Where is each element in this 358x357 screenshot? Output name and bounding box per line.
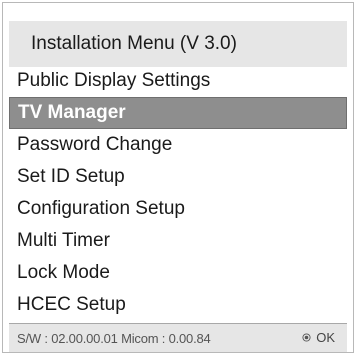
menu-item-hcec-setup[interactable]: HCEC Setup [9, 289, 347, 321]
ok-label: OK [316, 330, 335, 345]
menu-item-tv-manager[interactable]: TV Manager [9, 97, 347, 129]
status-footer: S/W : 02.00.00.01 Micom : 0.00.84 OK [9, 324, 347, 352]
menu-item-password-change[interactable]: Password Change [9, 129, 347, 161]
menu-title: Installation Menu (V 3.0) [9, 21, 347, 67]
installation-menu: Installation Menu (V 3.0) Public Display… [2, 2, 354, 353]
menu-item-set-id-setup[interactable]: Set ID Setup [9, 161, 347, 193]
menu-item-multi-timer[interactable]: Multi Timer [9, 225, 347, 257]
menu-item-lock-mode[interactable]: Lock Mode [9, 257, 347, 289]
version-info: S/W : 02.00.00.01 Micom : 0.00.84 [17, 331, 211, 346]
menu-item-public-display-settings[interactable]: Public Display Settings [9, 65, 347, 97]
menu-item-configuration-setup[interactable]: Configuration Setup [9, 193, 347, 225]
menu-list: Public Display Settings TV Manager Passw… [9, 65, 347, 321]
ok-button-icon [302, 333, 311, 342]
ok-button[interactable]: OK [302, 330, 335, 345]
